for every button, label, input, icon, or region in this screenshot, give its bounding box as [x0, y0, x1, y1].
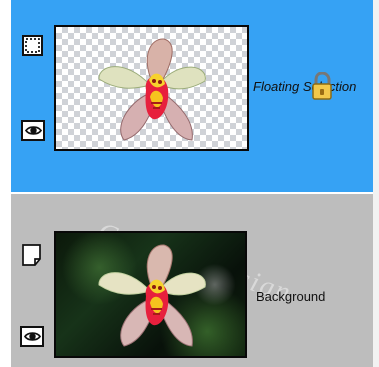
visibility-eye-icon-floating[interactable] — [21, 120, 45, 141]
selection-icon[interactable] — [22, 35, 43, 56]
raster-layer-icon[interactable] — [21, 243, 43, 267]
floating-selection-thumbnail[interactable] — [54, 25, 249, 151]
orchid-thumbnail-image — [98, 38, 206, 141]
locked-padlock-icon — [312, 72, 332, 100]
orchid-background-image — [98, 244, 206, 347]
layer-row-floating-selection[interactable]: Floating Selection — [11, 0, 373, 192]
page-layer-icon — [22, 244, 41, 266]
layer-row-background[interactable]: CreativeDesign Background — [11, 194, 373, 367]
visibility-eye-icon-background[interactable] — [20, 326, 44, 347]
eye-icon — [24, 126, 42, 135]
layers-panel: Floating Selection CreativeDesign — [0, 0, 379, 367]
background-layer-thumbnail[interactable] — [54, 231, 247, 358]
eye-icon — [23, 332, 41, 341]
lock-icon[interactable] — [311, 72, 333, 101]
layer-name-background: Background — [256, 289, 326, 304]
dashed-selection-icon — [25, 38, 40, 53]
right-scroll-gutter — [373, 0, 379, 367]
